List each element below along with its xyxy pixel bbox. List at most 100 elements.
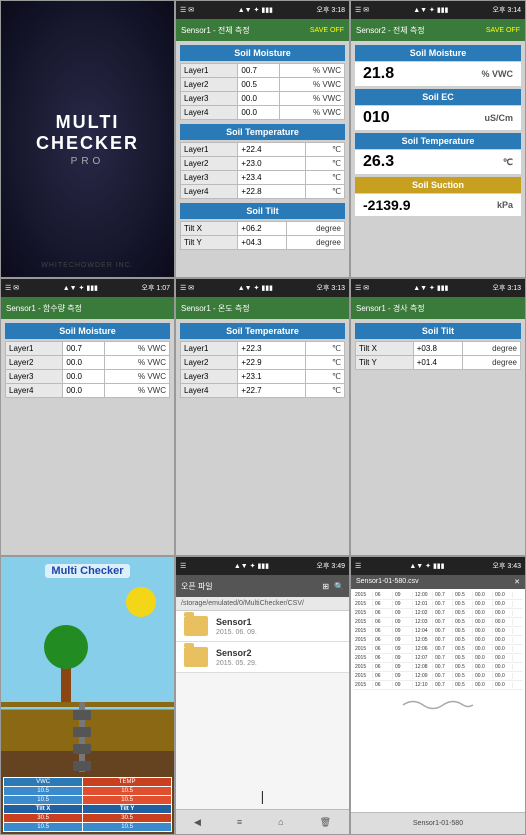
sensor2-date: 2015. 05. 29. [216, 660, 257, 667]
ec-section-large: Soil EC 010 uS/Cm [355, 89, 521, 130]
csv-cell: 00.5 [453, 682, 473, 688]
suction-number: -2139.9 [363, 197, 410, 213]
csv-cell: 00.0 [493, 610, 513, 616]
csv-cell: 06 [373, 673, 393, 679]
app-header-4: Sensor1 - 함수량 측정 [1, 297, 174, 319]
csv-cell: 00.0 [493, 592, 513, 598]
unit-cell: ℃ [305, 143, 344, 157]
csv-footer: Sensor1-01-580 [351, 812, 525, 834]
file-list: Sensor1 2015. 06. 09. Sensor2 2015. 05. … [176, 611, 349, 783]
csv-cell: 00.0 [473, 682, 493, 688]
sensor1-temp-cell: ☰ ✉ ▲▼ ✦ ▮▮▮ 오후 3:13 Sensor1 - 온도 측정 Soi… [175, 278, 350, 556]
temp-header-5: Soil Temperature [180, 323, 345, 339]
csv-cell: 06 [373, 619, 393, 625]
csv-cell: 00.7 [433, 628, 453, 634]
unit-cell: % VWC [280, 92, 345, 106]
csv-cell: 06 [373, 646, 393, 652]
unit-cell: % VWC [105, 370, 170, 384]
csv-footer-label: Sensor1-01-580 [413, 820, 463, 827]
csv-cell: 12:06 [413, 646, 433, 652]
csv-row: 2015060912:0100.700.500.000.0 [353, 600, 523, 609]
csv-cell: 00.0 [493, 655, 513, 661]
sensor1-temp-content: Soil Temperature Layer1+22.3℃ Layer2+22.… [176, 319, 349, 555]
temp-table-5: Layer1+22.3℃ Layer2+22.9℃ Layer3+23.1℃ L… [180, 341, 345, 398]
ec-number: 010 [363, 109, 390, 127]
value-cell: 00.7 [63, 342, 105, 356]
value-cell: +23.1 [238, 370, 305, 384]
value-cell: +22.3 [238, 342, 305, 356]
search-icon[interactable]: 🔍 [334, 582, 344, 591]
csv-cell: 2015 [353, 610, 373, 616]
status-time-6: 오후 3:13 [493, 283, 521, 293]
csv-cell: 2015 [353, 628, 373, 634]
csv-cell: 00.0 [473, 610, 493, 616]
csv-cell: 12:09 [413, 673, 433, 679]
status-time-8: 오후 3:49 [317, 561, 345, 571]
layer-label: Layer4 [181, 106, 238, 120]
unit-cell: % VWC [280, 78, 345, 92]
list-item[interactable]: Sensor2 2015. 05. 29. [176, 642, 349, 673]
csv-cell: 12:02 [413, 610, 433, 616]
value-cell: +22.8 [238, 185, 305, 199]
app-header-5: Sensor1 - 온도 측정 [176, 297, 349, 319]
table-row: Layer3+23.4℃ [181, 171, 345, 185]
status-bar-4: ☰ ✉ ▲▼ ✦ ▮▮▮ 오후 1:07 [1, 279, 174, 297]
illustration-svg [1, 572, 175, 772]
list-item[interactable]: Sensor1 2015. 06. 09. [176, 611, 349, 642]
tilt-label: Tilt X [181, 222, 238, 236]
moisture-number: 21.8 [363, 65, 394, 83]
status-icons-6: ▲▼ ✦ ▮▮▮ [413, 284, 448, 292]
csv-cell: 09 [393, 610, 413, 616]
ec-unit: uS/Cm [484, 113, 513, 123]
csv-cell: 00.7 [433, 592, 453, 598]
app-title: MULTI CHECKER [1, 112, 174, 154]
csv-cell: 06 [373, 601, 393, 607]
grid-icon[interactable]: ⊞ [322, 582, 329, 591]
csv-row: 2015060912:0900.700.500.000.0 [353, 672, 523, 681]
moisture-header-4: Soil Moisture [5, 323, 170, 339]
sensor1-folder-name: Sensor1 [216, 617, 257, 627]
tilt-header-6: Soil Tilt [355, 323, 521, 339]
unit-cell: ℃ [305, 157, 344, 171]
home-icon[interactable]: ⌂ [278, 817, 283, 827]
unit-cell: % VWC [105, 342, 170, 356]
csv-cell: 00.5 [453, 673, 473, 679]
csv-cell: 00.0 [473, 673, 493, 679]
csv-cell: 00.7 [433, 673, 453, 679]
csv-cell: 00.7 [433, 637, 453, 643]
table-row: Layer1+22.4℃ [181, 143, 345, 157]
csv-cell: 2015 [353, 637, 373, 643]
layer-label: Layer3 [6, 370, 63, 384]
unit-cell: % VWC [105, 356, 170, 370]
csv-cell: 00.7 [433, 682, 453, 688]
status-left-3: ☰ ✉ [355, 6, 369, 14]
file-browser-title: 오픈 파일 [181, 581, 213, 592]
csv-cell: 12:07 [413, 655, 433, 661]
csv-cell: 12:04 [413, 628, 433, 634]
app-header-6: Sensor1 - 경사 측정 [351, 297, 525, 319]
sensor1-header-title: Sensor1 - 전체 측정 [181, 25, 250, 36]
value-cell: 00.0 [238, 92, 280, 106]
layer-label: Layer1 [181, 143, 238, 157]
temp-value-large: 26.3 ℃ [355, 150, 521, 174]
status-left-9: ☰ [355, 562, 361, 570]
csv-content: 2015060912:0000.700.500.000.0 2015060912… [351, 589, 525, 812]
layer-label: Layer2 [181, 157, 238, 171]
csv-close-icon[interactable]: ✕ [514, 578, 520, 586]
status-bar-9: ☰ ▲▼ ✦ ▮▮▮ 오후 3:43 [351, 557, 525, 575]
splash-cell: MULTI CHECKER PRO WHITECHOWDER INC. [0, 0, 175, 278]
csv-cell: 2015 [353, 673, 373, 679]
csv-cell: 00.7 [433, 664, 453, 670]
delete-icon[interactable]: 🗑 [320, 817, 331, 828]
list-view-icon[interactable]: ≡ [237, 817, 242, 827]
unit-cell: ℃ [305, 384, 344, 398]
unit-cell: % VWC [280, 106, 345, 120]
layer-label: Layer2 [181, 356, 238, 370]
layer-label: Layer3 [181, 370, 238, 384]
csv-cell: 00.0 [473, 601, 493, 607]
csv-cell: 00.5 [453, 664, 473, 670]
nav-icon[interactable]: ◀ [194, 817, 201, 828]
status-icons-8: ▲▼ ✦ ▮▮▮ [234, 562, 269, 570]
csv-cell: 00.0 [493, 601, 513, 607]
csv-row: 2015060912:0800.700.500.000.0 [353, 663, 523, 672]
